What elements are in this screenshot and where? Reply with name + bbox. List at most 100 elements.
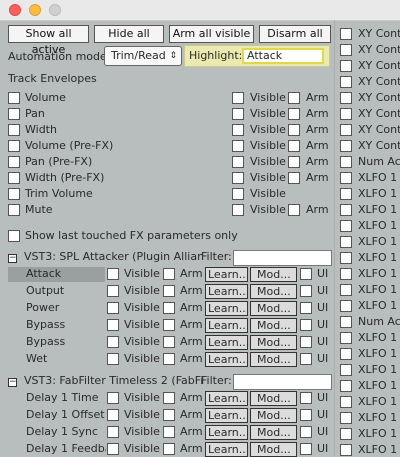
- param-ui-checkbox[interactable]: [300, 443, 312, 455]
- right-list-checkbox[interactable]: [340, 380, 352, 392]
- param-mod-button[interactable]: Mod...: [250, 408, 297, 423]
- envelope-arm-checkbox[interactable]: [288, 172, 300, 184]
- envelope-checkbox[interactable]: [8, 124, 20, 136]
- param-learn-button[interactable]: Learn...: [205, 425, 248, 440]
- envelope-checkbox[interactable]: [8, 140, 20, 152]
- envelope-visible-checkbox[interactable]: [232, 92, 244, 104]
- param-visible-checkbox[interactable]: [107, 392, 119, 404]
- right-list-checkbox[interactable]: [340, 124, 352, 136]
- right-list-checkbox[interactable]: [340, 236, 352, 248]
- param-ui-checkbox[interactable]: [300, 319, 312, 331]
- right-list-checkbox[interactable]: [340, 332, 352, 344]
- envelope-visible-checkbox[interactable]: [232, 156, 244, 168]
- param-ui-checkbox[interactable]: [300, 392, 312, 404]
- envelope-arm-checkbox[interactable]: [288, 140, 300, 152]
- param-ui-checkbox[interactable]: [300, 302, 312, 314]
- param-learn-button[interactable]: Learn...: [205, 408, 248, 423]
- disarm-all-button[interactable]: Disarm all: [259, 25, 331, 43]
- right-list-checkbox[interactable]: [340, 28, 352, 40]
- right-list-checkbox[interactable]: [340, 188, 352, 200]
- envelope-visible-checkbox[interactable]: [232, 172, 244, 184]
- param-mod-button[interactable]: Mod...: [250, 391, 297, 406]
- right-list-checkbox[interactable]: [340, 92, 352, 104]
- fx2-filter-input[interactable]: [233, 374, 332, 390]
- minimize-window-button[interactable]: [29, 4, 41, 16]
- param-ui-checkbox[interactable]: [300, 268, 312, 280]
- param-arm-checkbox[interactable]: [163, 443, 175, 455]
- param-mod-button[interactable]: Mod...: [250, 318, 297, 333]
- envelope-visible-checkbox[interactable]: [232, 188, 244, 200]
- param-arm-checkbox[interactable]: [163, 409, 175, 421]
- close-window-button[interactable]: [9, 4, 21, 16]
- show-last-touched-checkbox[interactable]: [8, 230, 20, 242]
- right-list-checkbox[interactable]: [340, 444, 352, 456]
- param-learn-button[interactable]: Learn...: [205, 352, 248, 367]
- param-ui-checkbox[interactable]: [300, 285, 312, 297]
- envelope-checkbox[interactable]: [8, 156, 20, 168]
- envelope-visible-checkbox[interactable]: [232, 204, 244, 216]
- param-ui-checkbox[interactable]: [300, 409, 312, 421]
- right-list-checkbox[interactable]: [340, 284, 352, 296]
- param-mod-button[interactable]: Mod...: [250, 442, 297, 457]
- param-ui-checkbox[interactable]: [300, 353, 312, 365]
- param-visible-checkbox[interactable]: [107, 426, 119, 438]
- right-list-checkbox[interactable]: [340, 348, 352, 360]
- param-learn-button[interactable]: Learn...: [205, 318, 248, 333]
- param-mod-button[interactable]: Mod...: [250, 335, 297, 350]
- envelope-checkbox[interactable]: [8, 92, 20, 104]
- param-visible-checkbox[interactable]: [107, 353, 119, 365]
- right-list-checkbox[interactable]: [340, 300, 352, 312]
- param-mod-button[interactable]: Mod...: [250, 284, 297, 299]
- right-list-checkbox[interactable]: [340, 364, 352, 376]
- param-mod-button[interactable]: Mod...: [250, 267, 297, 282]
- envelope-arm-checkbox[interactable]: [288, 204, 300, 216]
- param-arm-checkbox[interactable]: [163, 319, 175, 331]
- param-visible-checkbox[interactable]: [107, 268, 119, 280]
- right-list-checkbox[interactable]: [340, 428, 352, 440]
- collapse-fx2-icon[interactable]: −: [8, 378, 17, 387]
- param-visible-checkbox[interactable]: [107, 302, 119, 314]
- collapse-fx1-icon[interactable]: −: [8, 254, 17, 263]
- right-list-checkbox[interactable]: [340, 412, 352, 424]
- envelope-visible-checkbox[interactable]: [232, 108, 244, 120]
- param-visible-checkbox[interactable]: [107, 285, 119, 297]
- right-list-checkbox[interactable]: [340, 76, 352, 88]
- right-list-checkbox[interactable]: [340, 316, 352, 328]
- param-visible-checkbox[interactable]: [107, 443, 119, 455]
- fx1-filter-input[interactable]: [233, 250, 332, 266]
- param-ui-checkbox[interactable]: [300, 426, 312, 438]
- param-learn-button[interactable]: Learn...: [205, 335, 248, 350]
- param-learn-button[interactable]: Learn...: [205, 284, 248, 299]
- right-list-checkbox[interactable]: [340, 204, 352, 216]
- param-learn-button[interactable]: Learn...: [205, 391, 248, 406]
- envelope-visible-checkbox[interactable]: [232, 140, 244, 152]
- hide-all-button[interactable]: Hide all: [94, 25, 164, 43]
- envelope-checkbox[interactable]: [8, 188, 20, 200]
- param-learn-button[interactable]: Learn...: [205, 442, 248, 457]
- right-list-checkbox[interactable]: [340, 172, 352, 184]
- envelope-checkbox[interactable]: [8, 204, 20, 216]
- right-list-checkbox[interactable]: [340, 60, 352, 72]
- right-list-checkbox[interactable]: [340, 268, 352, 280]
- envelope-arm-checkbox[interactable]: [288, 124, 300, 136]
- param-arm-checkbox[interactable]: [163, 285, 175, 297]
- param-visible-checkbox[interactable]: [107, 336, 119, 348]
- param-mod-button[interactable]: Mod...: [250, 301, 297, 316]
- param-arm-checkbox[interactable]: [163, 353, 175, 365]
- param-learn-button[interactable]: Learn...: [205, 267, 248, 282]
- param-arm-checkbox[interactable]: [163, 336, 175, 348]
- show-all-active-button[interactable]: Show all active: [8, 25, 89, 56]
- envelope-arm-checkbox[interactable]: [288, 92, 300, 104]
- param-visible-checkbox[interactable]: [107, 319, 119, 331]
- right-list-checkbox[interactable]: [340, 140, 352, 152]
- highlight-input[interactable]: Attack: [242, 48, 324, 64]
- param-mod-button[interactable]: Mod...: [250, 425, 297, 440]
- envelope-checkbox[interactable]: [8, 108, 20, 120]
- right-list-checkbox[interactable]: [340, 396, 352, 408]
- envelope-arm-checkbox[interactable]: [288, 108, 300, 120]
- right-list-checkbox[interactable]: [340, 44, 352, 56]
- param-arm-checkbox[interactable]: [163, 268, 175, 280]
- param-learn-button[interactable]: Learn...: [205, 301, 248, 316]
- automation-mode-select[interactable]: Trim/Read ⇕: [104, 46, 182, 66]
- right-list-checkbox[interactable]: [340, 252, 352, 264]
